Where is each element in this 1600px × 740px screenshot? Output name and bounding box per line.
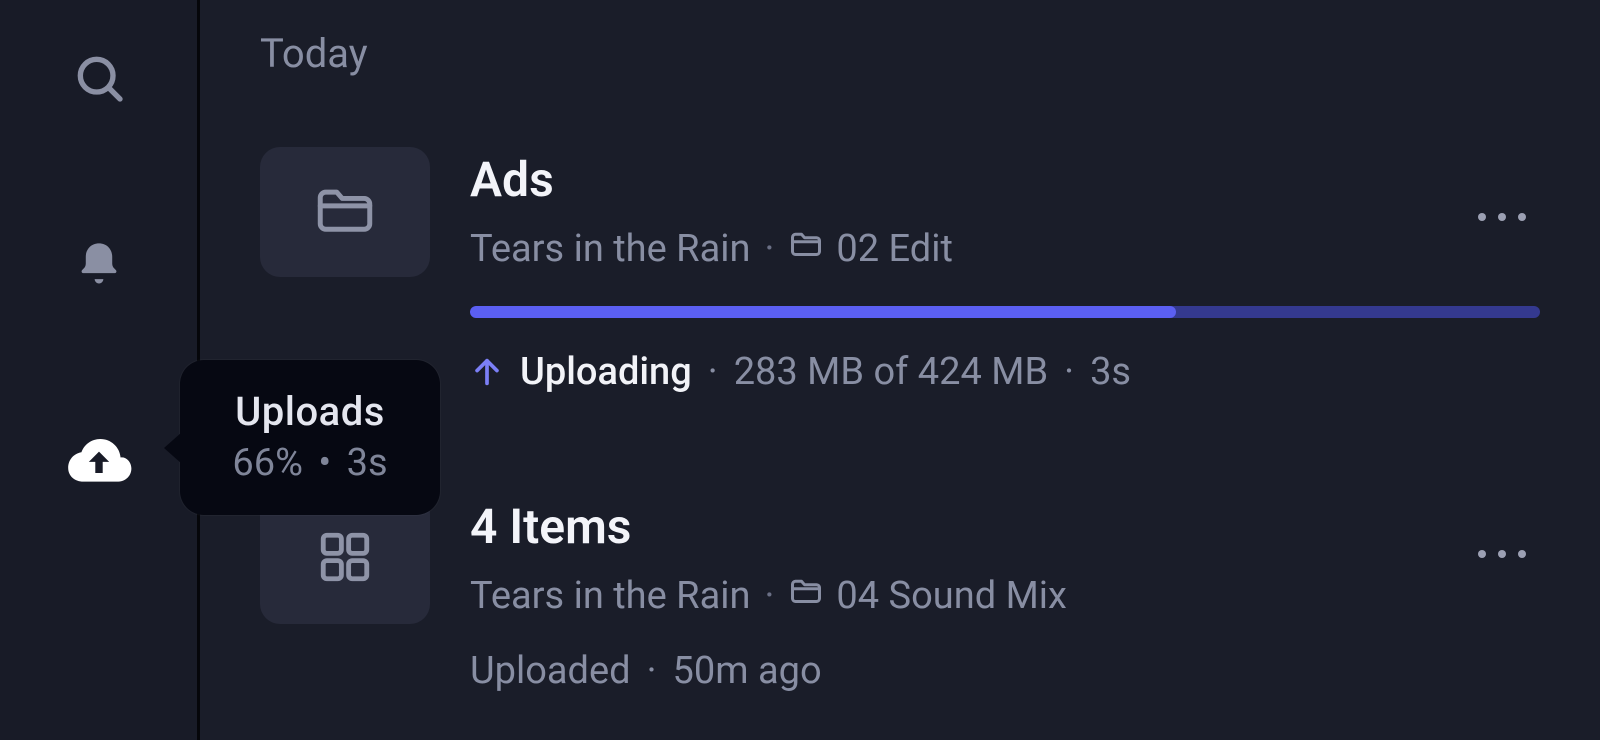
upload-title: Ads — [470, 151, 1540, 208]
tooltip-percent: 66% — [232, 441, 303, 485]
path-separator: · — [764, 227, 774, 271]
bell-icon — [73, 238, 125, 290]
more-horizontal-icon — [1474, 544, 1530, 564]
status-label: Uploading — [520, 350, 692, 394]
folder-icon — [312, 177, 378, 247]
more-horizontal-icon — [1474, 207, 1530, 227]
upload-progress-fill — [470, 306, 1176, 318]
tooltip-separator: • — [312, 441, 337, 485]
upload-path: Tears in the Rain · 04 Sound Mix — [470, 573, 1540, 619]
notifications-button[interactable] — [61, 226, 137, 302]
status-separator: · — [1064, 350, 1074, 394]
upload-progress-track — [470, 306, 1540, 318]
upload-row: Ads Tears in the Rain · 02 Edit — [260, 147, 1540, 394]
grid-icon — [316, 528, 374, 590]
project-name: Tears in the Rain — [470, 574, 750, 618]
sidebar: Uploads 66% • 3s — [0, 0, 200, 740]
upload-status-line: Uploading · 283 MB of 424 MB · 3s — [470, 350, 1540, 394]
cloud-upload-icon — [62, 423, 136, 497]
section-label: Today — [260, 30, 1540, 77]
upload-status-line: Uploaded · 50m ago — [470, 649, 1540, 693]
tooltip-status: 66% • 3s — [220, 441, 400, 485]
status-time: 50m ago — [673, 649, 822, 693]
status-separator: · — [708, 350, 718, 394]
status-separator: · — [647, 649, 657, 693]
upload-folder: 04 Sound Mix — [788, 573, 1066, 619]
upload-path: Tears in the Rain · 02 Edit — [470, 226, 1540, 272]
path-separator: · — [764, 574, 774, 618]
upload-row: 4 Items Tears in the Rain · 04 Sound Mix — [260, 494, 1540, 693]
uploads-tooltip: Uploads 66% • 3s — [180, 360, 440, 515]
search-button[interactable] — [61, 40, 137, 116]
status-eta: 3s — [1090, 350, 1131, 394]
folder-icon — [788, 226, 824, 272]
search-icon — [71, 50, 127, 106]
folder-icon — [788, 573, 824, 619]
folder-name: 02 Edit — [836, 227, 953, 271]
status-label: Uploaded — [470, 649, 631, 693]
upload-arrow-icon — [470, 355, 504, 389]
tooltip-title: Uploads — [220, 388, 400, 435]
upload-thumbnail[interactable] — [260, 147, 430, 277]
more-options-button[interactable] — [1464, 534, 1540, 574]
more-options-button[interactable] — [1464, 197, 1540, 237]
upload-title: 4 Items — [470, 498, 1540, 555]
project-name: Tears in the Rain — [470, 227, 750, 271]
status-size: 283 MB of 424 MB — [734, 350, 1048, 394]
tooltip-eta: 3s — [347, 441, 388, 485]
upload-folder: 02 Edit — [788, 226, 953, 272]
uploads-button[interactable] — [61, 422, 137, 498]
folder-name: 04 Sound Mix — [836, 574, 1066, 618]
